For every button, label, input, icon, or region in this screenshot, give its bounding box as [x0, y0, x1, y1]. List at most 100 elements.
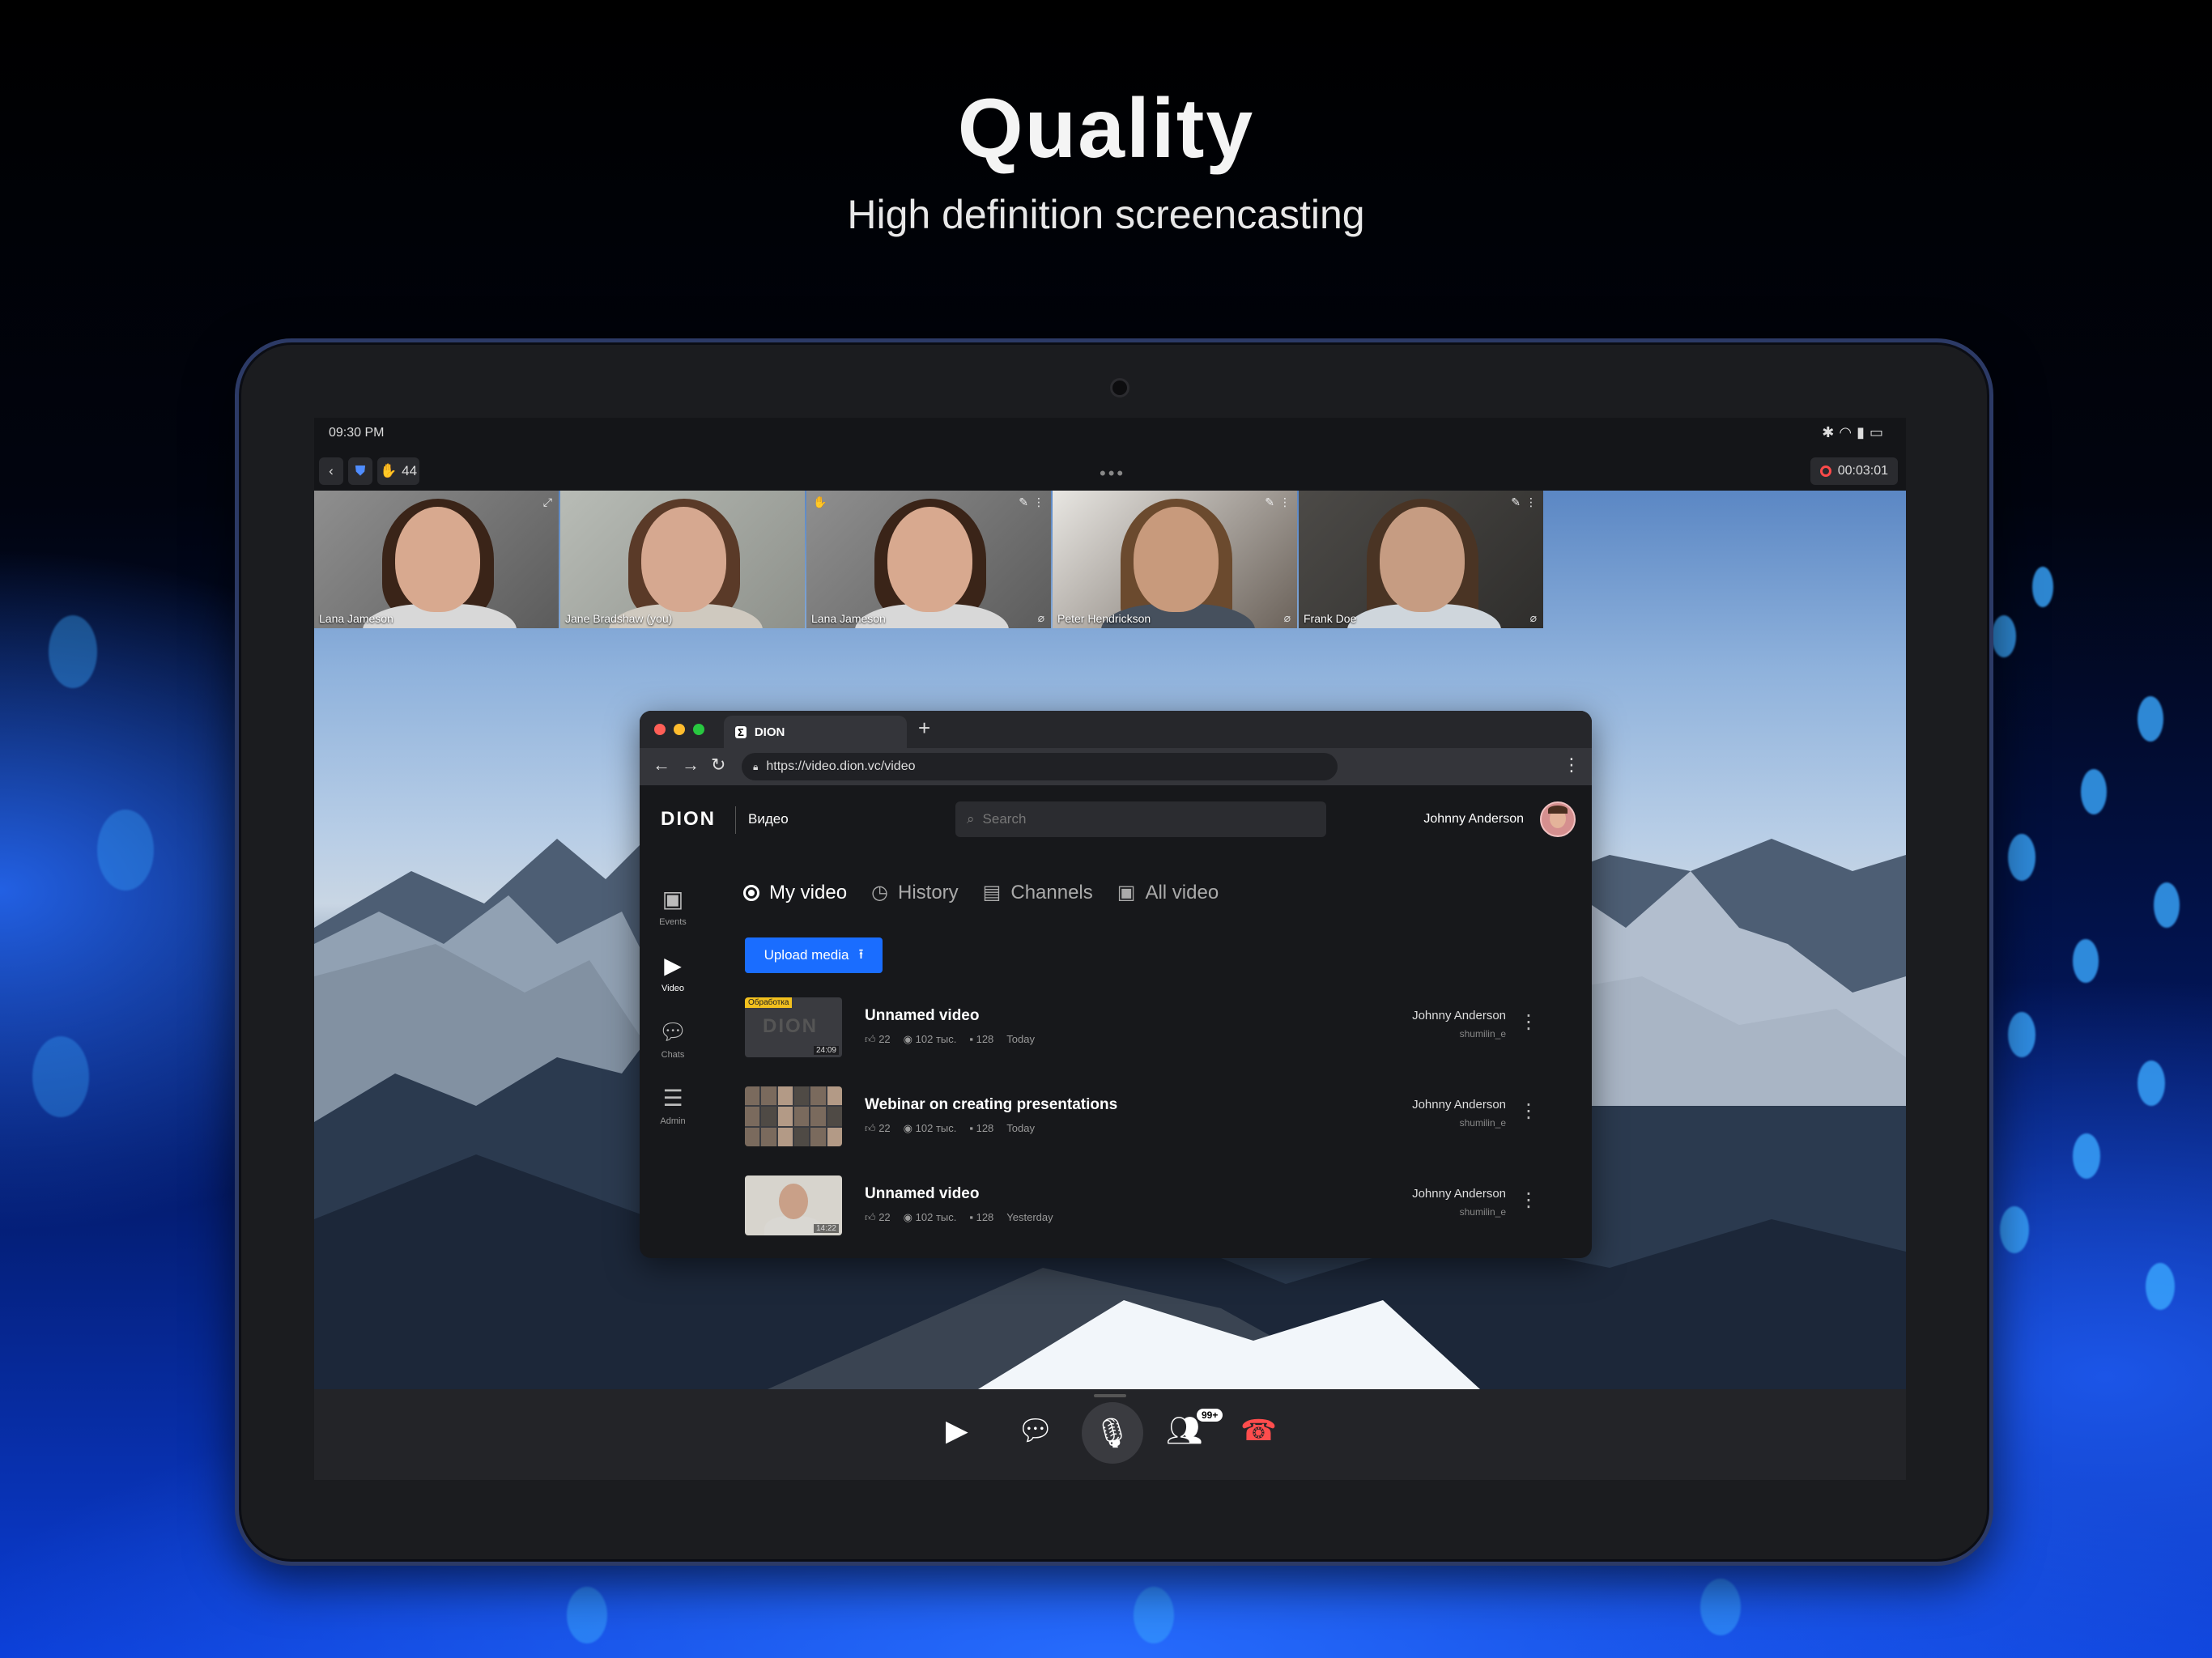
chevron-left-icon: ‹ [329, 463, 334, 478]
thumbs-up-icon: 👍︎ [865, 1122, 879, 1134]
participant-tile[interactable]: ✎ ⋮ Peter Hendrickson ⌀ [1053, 491, 1297, 628]
sidebar-item-admin[interactable]: ☰ Admin [640, 1085, 706, 1126]
back-button[interactable]: ‹ [319, 457, 343, 485]
video-title[interactable]: Webinar on creating presentations [865, 1096, 1117, 1114]
eye-icon: ◉ [903, 1122, 916, 1134]
video-meta: 👍︎ 22 ◉ 102 тыс. ▪ 128 Today [865, 1122, 1035, 1135]
search-placeholder: Search [982, 811, 1027, 827]
back-arrow-icon[interactable]: ← [653, 755, 670, 776]
record-icon [1819, 466, 1831, 477]
recording-time: 00:03:01 [1837, 464, 1888, 478]
user-name[interactable]: Johnny Anderson [1423, 812, 1524, 827]
more-dots-icon[interactable]: ••• [1100, 463, 1125, 484]
close-window-button[interactable] [654, 724, 666, 735]
sidebar-item-video[interactable]: ▶ Video [640, 952, 706, 993]
comment-icon: ▪ [969, 1122, 976, 1134]
more-vertical-icon[interactable]: ⋮ [1519, 1188, 1538, 1212]
video-thumbnail[interactable]: 14:22 [745, 1175, 842, 1235]
comment-icon: ▪ [969, 1033, 976, 1045]
tab-label: My video [769, 881, 848, 903]
expand-icon[interactable]: ⤢ [543, 495, 552, 509]
hang-up-icon[interactable]: ☎︎ [1240, 1414, 1277, 1448]
more-vertical-icon[interactable]: ⋮ [1519, 1099, 1538, 1123]
video-title[interactable]: Unnamed video [865, 1185, 979, 1203]
video-meta: 👍︎ 22 ◉ 102 тыс. ▪ 128 Yesterday [865, 1211, 1053, 1224]
comments-count: ▪ 128 [969, 1211, 994, 1223]
camera-icon[interactable]: ▶︎ [946, 1414, 968, 1448]
signal-icon: ▮ [1857, 424, 1870, 440]
browser-tab[interactable]: Σ DION [724, 716, 907, 748]
tablet-screen: 09:30 PM ✱◠▮▭ ‹ ⛊ ✋ 44 ••• 00:03:01 ⤢ La… [314, 418, 1906, 1480]
search-input[interactable]: ⌕ Search [955, 801, 1326, 837]
participant-name: Jane Bradshaw (you) [565, 612, 673, 625]
more-vertical-icon[interactable]: ⋮ [1033, 495, 1044, 509]
chat-icon: 💬︎ [658, 1019, 687, 1044]
participant-tile[interactable]: ✎ ⋮ Frank Doe ⌀ [1299, 491, 1543, 628]
hand-icon: ✋ [813, 495, 827, 508]
eye-icon: ◉ [903, 1033, 916, 1045]
sidebar-item-chats[interactable]: 💬︎ Chats [640, 1018, 706, 1060]
video-thumbnail[interactable] [745, 1086, 842, 1146]
participant-tile[interactable]: ✋ ✎ ⋮ Lana Jameson ⌀ [806, 491, 1051, 628]
call-top-bar: ‹ ⛊ ✋ 44 ••• 00:03:01 [314, 450, 1906, 491]
mic-off-icon: ⌀ [1283, 611, 1291, 624]
raised-hands-button[interactable]: ✋ 44 [377, 457, 419, 485]
drag-handle[interactable] [1094, 1394, 1126, 1397]
tab-my-video[interactable]: My video [743, 881, 847, 904]
dion-favicon-icon: Σ [735, 725, 747, 738]
avatar[interactable] [1540, 801, 1576, 837]
video-row[interactable]: Webinar on creating presentations 👍︎ 22 … [745, 1086, 1571, 1151]
sidebar-item-label: Admin [660, 1116, 686, 1126]
tab-label: All video [1145, 881, 1219, 903]
sidebar-item-events[interactable]: ▣ Events [640, 886, 706, 927]
clock-icon: ◷ [871, 882, 888, 903]
chat-bubble-icon[interactable]: 💬︎ [1017, 1414, 1054, 1448]
minimize-window-button[interactable] [674, 724, 685, 735]
video-date: Today [1006, 1033, 1035, 1045]
sidebar-item-label: Chats [661, 1050, 685, 1060]
browser-tab-title: DION [754, 725, 785, 739]
reload-icon[interactable]: ↻ [711, 755, 725, 776]
tab-channels[interactable]: ▤ Channels [983, 881, 1093, 904]
processing-badge: Обработка [745, 997, 793, 1008]
more-vertical-icon[interactable]: ⋮ [1525, 495, 1537, 509]
participant-tile[interactable]: Jane Bradshaw (you) [560, 491, 805, 628]
participant-tile[interactable]: ⤢ Lana Jameson [314, 491, 559, 628]
tab-label: History [898, 881, 959, 903]
pin-icon[interactable]: ✎ [1265, 495, 1274, 509]
video-row[interactable]: DION Обработка 24:09 Unnamed video 👍︎ 22… [745, 997, 1571, 1062]
video-author-handle: shumilin_e [1459, 1206, 1506, 1218]
pin-icon[interactable]: ✎ [1511, 495, 1521, 509]
more-vertical-icon[interactable]: ⋮ [1279, 495, 1291, 509]
browser-menu-icon[interactable]: ⋮ [1563, 755, 1580, 776]
maximize-window-button[interactable] [693, 724, 704, 735]
more-vertical-icon[interactable]: ⋮ [1519, 1010, 1538, 1034]
video-date: Yesterday [1006, 1211, 1053, 1223]
recording-indicator[interactable]: 00:03:01 [1810, 457, 1898, 485]
address-bar-row: ← → ↻ 🔒︎ https://video.dion.vc/video ⋮ [640, 748, 1592, 785]
video-thumbnail[interactable]: DION Обработка 24:09 [745, 997, 842, 1057]
pin-icon[interactable]: ✎ [1019, 495, 1028, 509]
video-title[interactable]: Unnamed video [865, 1007, 979, 1025]
video-date: Today [1006, 1122, 1035, 1134]
tab-all-video[interactable]: ▣ All video [1117, 881, 1219, 904]
upload-media-button[interactable]: Upload media ⭱ [745, 937, 883, 973]
microphone-button[interactable]: 🎙︎ [1082, 1402, 1143, 1464]
video-duration: 14:22 [813, 1224, 839, 1233]
tab-history[interactable]: ◷ History [871, 881, 959, 904]
tab-label: Channels [1010, 881, 1093, 903]
video-author-handle: shumilin_e [1459, 1028, 1506, 1039]
upload-label: Upload media [764, 947, 849, 963]
participant-name: Peter Hendrickson [1057, 612, 1151, 625]
front-camera [1110, 378, 1129, 397]
hand-icon: ✋ [379, 463, 398, 478]
forward-arrow-icon[interactable]: → [682, 755, 700, 776]
dion-logo[interactable]: DION [661, 808, 716, 831]
video-duration: 24:09 [813, 1046, 839, 1055]
likes-count: 👍︎ 22 [865, 1033, 891, 1045]
video-row[interactable]: 14:22 Unnamed video 👍︎ 22 ◉ 102 тыс. ▪ 1… [745, 1175, 1571, 1240]
video-author-handle: shumilin_e [1459, 1117, 1506, 1129]
new-tab-button[interactable]: + [918, 716, 930, 741]
url-field[interactable]: 🔒︎ https://video.dion.vc/video [742, 753, 1338, 780]
security-button[interactable]: ⛊ [348, 457, 372, 485]
